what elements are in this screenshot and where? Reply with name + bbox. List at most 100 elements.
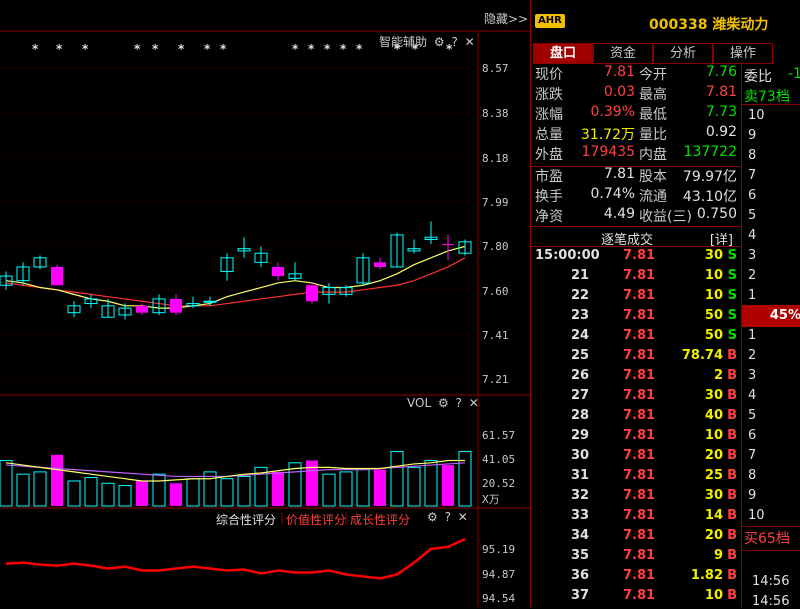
signal-star[interactable]: *: [152, 42, 158, 56]
trade-row: 34 7.81 20 B: [531, 528, 741, 548]
buy-level[interactable]: 5: [748, 408, 756, 423]
quote-row: 总量 31.72万 量比 0.92: [531, 124, 741, 144]
volume-bar: [442, 465, 454, 506]
sell-level[interactable]: 9: [748, 128, 756, 143]
buy-level[interactable]: 7: [748, 448, 756, 463]
quote-label: 内盘: [639, 147, 667, 163]
tab-value-score[interactable]: 价值性评分: [286, 511, 346, 528]
sell-level[interactable]: 4: [748, 228, 756, 243]
buy-level[interactable]: 10: [748, 508, 765, 523]
trade-price: 7.81: [623, 408, 656, 423]
volume-bar: [339, 471, 353, 507]
trades-detail-link[interactable]: [详]: [710, 229, 733, 248]
signal-star[interactable]: *: [394, 42, 400, 56]
trade-volume: 14: [704, 508, 723, 523]
tab-analysis[interactable]: 分析: [653, 43, 713, 64]
ahr-badge[interactable]: AHR: [535, 14, 565, 28]
sell-level[interactable]: 8: [748, 148, 756, 163]
buy-level[interactable]: 3: [748, 368, 756, 383]
score-tick: 95.19: [482, 543, 516, 556]
quote-label: 收益(三): [639, 209, 692, 225]
close-icon[interactable]: ✕: [458, 510, 468, 524]
tab-funds[interactable]: 资金: [593, 43, 653, 64]
help-icon[interactable]: ?: [445, 510, 451, 524]
trade-volume: 78.74: [681, 348, 723, 363]
sell-level[interactable]: 3: [748, 248, 756, 263]
signal-star[interactable]: *: [134, 42, 140, 56]
gear-icon[interactable]: ⚙: [438, 396, 449, 410]
trades-header: 逐笔成交 [详]: [531, 227, 741, 248]
tab-operation[interactable]: 操作: [713, 43, 773, 64]
tab-growth-score[interactable]: 成长性评分: [350, 511, 410, 528]
buy-level[interactable]: 4: [748, 388, 756, 403]
trade-price: 7.81: [623, 588, 656, 603]
quote-value: 7.76: [705, 64, 737, 80]
sell-level[interactable]: 2: [748, 268, 756, 283]
sell-level[interactable]: 1: [748, 288, 756, 303]
tab-overall-score[interactable]: 综合性评分: [216, 511, 276, 528]
volume-bar: [186, 478, 200, 507]
quote-value: 0.750: [696, 206, 737, 222]
kline-chart-area[interactable]: 隐藏>> 智能辅助 ⚙ ? ✕ * * * * * * * * * * * * * * * * 8.57 8.3…: [0, 0, 530, 607]
trade-time: 27: [571, 388, 590, 403]
signal-star[interactable]: *: [356, 42, 362, 56]
trade-row: 29 7.81 10 B: [531, 428, 741, 448]
trade-row: 28 7.81 40 B: [531, 408, 741, 428]
tab-order-book[interactable]: 盘口: [533, 43, 593, 64]
trade-row: 30 7.81 20 B: [531, 448, 741, 468]
volume-bar: [101, 482, 115, 507]
trade-row: 26 7.81 2 B: [531, 368, 741, 388]
help-icon[interactable]: ?: [456, 396, 462, 410]
gear-icon[interactable]: ⚙: [427, 510, 438, 524]
signal-star[interactable]: *: [204, 42, 210, 56]
signal-star[interactable]: *: [178, 42, 184, 56]
signal-star[interactable]: *: [324, 42, 330, 56]
trade-price: 7.81: [623, 328, 656, 343]
quote-value: 0.03: [603, 84, 635, 100]
sell-level[interactable]: 7: [748, 168, 756, 183]
trade-side: S: [727, 308, 737, 323]
ratio-value: 45%: [769, 308, 800, 323]
score-tick: 94.54: [482, 592, 516, 605]
buy-level[interactable]: 6: [748, 428, 756, 443]
trade-row: 31 7.81 25 B: [531, 468, 741, 488]
trades-title: 逐笔成交: [601, 233, 654, 248]
buy-level[interactable]: 2: [748, 348, 756, 363]
buy-level[interactable]: 8: [748, 468, 756, 483]
trade-price: 7.81: [623, 368, 656, 383]
signal-star[interactable]: *: [220, 42, 226, 56]
signal-star[interactable]: *: [292, 42, 298, 56]
trade-price: 7.81: [623, 268, 656, 283]
signal-star[interactable]: *: [32, 42, 38, 56]
trade-row: 36 7.81 1.82 B: [531, 568, 741, 588]
buy-level[interactable]: 9: [748, 488, 756, 503]
quote-value: 4.49: [603, 206, 635, 222]
trade-time: 22: [571, 288, 590, 303]
close-icon[interactable]: ✕: [465, 35, 475, 49]
quote-row: 市盈 7.81 股本 79.97亿: [531, 166, 741, 186]
hide-panel-button[interactable]: 隐藏>>: [484, 10, 528, 27]
sell-level[interactable]: 10: [748, 108, 765, 123]
trade-volume: 30: [704, 488, 723, 503]
quote-label: 市盈: [535, 169, 563, 185]
buy-levels-label[interactable]: 买65档: [744, 528, 790, 548]
quote-value: 7.81: [603, 64, 635, 80]
gear-icon[interactable]: ⚙: [434, 35, 445, 49]
buy-level[interactable]: 1: [748, 328, 756, 343]
sell-level[interactable]: 5: [748, 208, 756, 223]
signal-star[interactable]: *: [56, 42, 62, 56]
signal-star[interactable]: *: [82, 42, 88, 56]
kline-panel-toolbar: 智能辅助 ⚙ ? ✕: [376, 33, 475, 50]
trade-row: 23 7.81 50 S: [531, 308, 741, 328]
quote-label: 外盘: [535, 147, 563, 163]
sell-levels-label[interactable]: 卖73档: [744, 86, 790, 106]
signal-star[interactable]: *: [446, 42, 452, 56]
tab-divider: |: [344, 511, 349, 525]
signal-star[interactable]: *: [412, 42, 418, 56]
signal-star[interactable]: *: [340, 42, 346, 56]
help-icon[interactable]: ?: [451, 35, 457, 49]
quote-label: 今开: [639, 67, 667, 83]
signal-star[interactable]: *: [308, 42, 314, 56]
sell-level[interactable]: 6: [748, 188, 756, 203]
close-icon[interactable]: ✕: [469, 396, 479, 410]
